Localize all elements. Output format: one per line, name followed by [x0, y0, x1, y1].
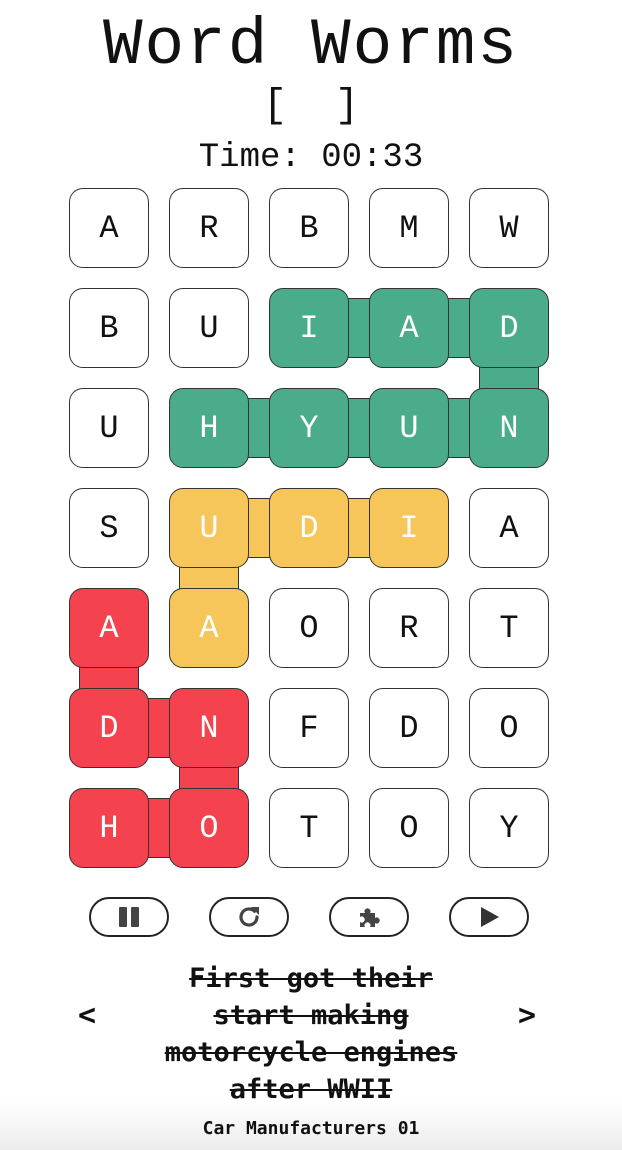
clue-line: after WWII — [229, 1074, 393, 1105]
pause-button[interactable] — [89, 897, 169, 937]
previous-clue-button[interactable]: < — [78, 998, 96, 1033]
letter-tile[interactable]: A — [369, 288, 449, 368]
next-clue-button[interactable]: > — [518, 998, 536, 1033]
letter-tile[interactable]: M — [369, 188, 449, 268]
letter-tile[interactable]: I — [269, 288, 349, 368]
letter-tile[interactable]: B — [269, 188, 349, 268]
word-connector — [179, 766, 239, 790]
letter-tile[interactable]: B — [69, 288, 149, 368]
letter-tile[interactable]: A — [169, 588, 249, 668]
restart-icon — [239, 907, 259, 927]
word-connector — [247, 498, 271, 558]
puzzle-piece-icon — [360, 908, 380, 927]
letter-tile[interactable]: O — [469, 688, 549, 768]
letter-tile[interactable]: R — [169, 188, 249, 268]
clue-panel: < First got their start making motorcycl… — [0, 958, 622, 1108]
letter-tile[interactable]: I — [369, 488, 449, 568]
word-connector — [447, 398, 471, 458]
restart-button[interactable] — [209, 897, 289, 937]
letter-tile[interactable]: T — [269, 788, 349, 868]
word-connector — [347, 298, 371, 358]
hint-button[interactable] — [329, 897, 409, 937]
letter-tile[interactable]: A — [69, 188, 149, 268]
letter-tile[interactable]: A — [69, 588, 149, 668]
letter-tile[interactable]: U — [369, 388, 449, 468]
letter-tile[interactable]: Y — [469, 788, 549, 868]
letter-grid: ARBMWBUIADUHYUNSUDIAAAORTDNFDOHOTOY — [0, 0, 622, 880]
word-connector — [347, 398, 371, 458]
letter-tile[interactable]: U — [69, 388, 149, 468]
clue-line: First got their — [189, 963, 433, 994]
letter-tile[interactable]: D — [469, 288, 549, 368]
word-connector — [347, 498, 371, 558]
letter-tile[interactable]: O — [169, 788, 249, 868]
word-connector — [247, 398, 271, 458]
letter-tile[interactable]: R — [369, 588, 449, 668]
letter-tile[interactable]: O — [269, 588, 349, 668]
word-connector — [147, 698, 171, 758]
control-bar — [0, 897, 622, 939]
letter-tile[interactable]: N — [469, 388, 549, 468]
play-button[interactable] — [449, 897, 529, 937]
letter-tile[interactable]: O — [369, 788, 449, 868]
puzzle-name: Car Manufacturers 01 — [202, 1118, 420, 1139]
clue-text: First got their start making motorcycle … — [120, 960, 502, 1108]
letter-tile[interactable]: S — [69, 488, 149, 568]
letter-tile[interactable]: H — [169, 388, 249, 468]
word-connector — [479, 366, 539, 390]
word-connector — [447, 298, 471, 358]
clue-line: start making — [213, 1000, 409, 1031]
letter-tile[interactable]: D — [69, 688, 149, 768]
letter-tile[interactable]: U — [169, 288, 249, 368]
pause-icon — [119, 907, 139, 927]
letter-tile[interactable]: A — [469, 488, 549, 568]
letter-tile[interactable]: U — [169, 488, 249, 568]
word-connector — [79, 666, 139, 690]
letter-tile[interactable]: H — [69, 788, 149, 868]
letter-tile[interactable]: T — [469, 588, 549, 668]
word-connector — [147, 798, 171, 858]
word-connector — [179, 566, 239, 590]
letter-tile[interactable]: D — [369, 688, 449, 768]
clue-line: motorcycle engines — [164, 1037, 458, 1068]
letter-tile[interactable]: N — [169, 688, 249, 768]
letter-tile[interactable]: F — [269, 688, 349, 768]
letter-tile[interactable]: W — [469, 188, 549, 268]
letter-tile[interactable]: Y — [269, 388, 349, 468]
play-icon — [481, 907, 499, 927]
letter-tile[interactable]: D — [269, 488, 349, 568]
